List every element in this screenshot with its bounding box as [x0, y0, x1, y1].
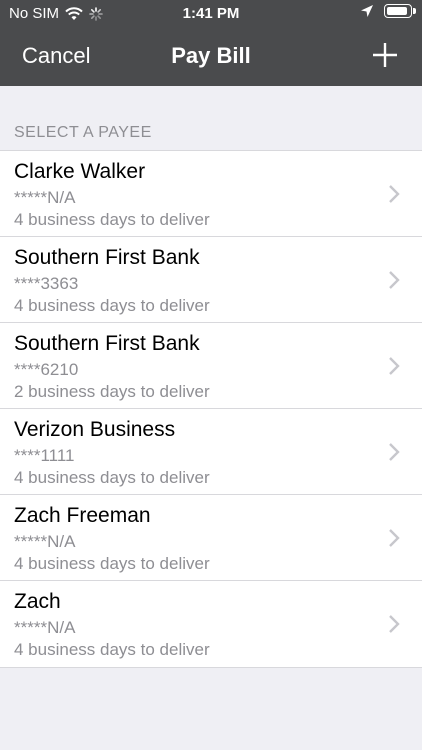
- payee-account: ****3363: [14, 274, 79, 293]
- payee-row[interactable]: Zach Freeman *****N/A 4 business days to…: [0, 495, 422, 581]
- payee-account: ****1111: [14, 446, 75, 465]
- payee-delivery: 4 business days to deliver: [14, 640, 210, 659]
- payee-name: Southern First Bank: [14, 332, 200, 355]
- status-time: 1:41 PM: [182, 5, 240, 22]
- payee-row[interactable]: Clarke Walker *****N/A 4 business days t…: [0, 151, 422, 237]
- status-bar: No SIM 1:41 PM: [0, 0, 422, 28]
- chevron-right-icon: [389, 529, 400, 547]
- payee-name: Clarke Walker: [14, 160, 146, 183]
- header: No SIM 1:41 PM Cancel Pay Bill: [0, 0, 422, 86]
- section-header: SELECT A PAYEE: [14, 124, 152, 141]
- payee-row[interactable]: Southern First Bank ****3363 4 business …: [0, 237, 422, 323]
- payee-delivery: 4 business days to deliver: [14, 296, 210, 315]
- payee-account: *****N/A: [14, 532, 76, 551]
- chevron-right-icon: [389, 443, 400, 461]
- payee-delivery: 4 business days to deliver: [14, 554, 210, 573]
- payee-delivery: 4 business days to deliver: [14, 468, 210, 487]
- payee-list: Clarke Walker *****N/A 4 business days t…: [0, 150, 422, 668]
- battery-icon: [384, 4, 416, 18]
- add-payee-button[interactable]: [370, 40, 400, 70]
- page-title: Pay Bill: [171, 43, 251, 68]
- nav-bar: Cancel Pay Bill: [0, 28, 422, 86]
- payee-name: Verizon Business: [14, 418, 176, 441]
- chevron-right-icon: [389, 615, 400, 633]
- chevron-right-icon: [389, 185, 400, 203]
- payee-account: *****N/A: [14, 618, 76, 637]
- status-right: [360, 4, 416, 18]
- payee-account: *****N/A: [14, 188, 76, 207]
- payee-delivery: 2 business days to deliver: [14, 382, 210, 401]
- payee-account: ****6210: [14, 360, 79, 379]
- chevron-right-icon: [389, 271, 400, 289]
- location-arrow-icon: [361, 5, 373, 17]
- payee-delivery: 4 business days to deliver: [14, 210, 210, 229]
- payee-name: Zach Freeman: [14, 504, 151, 527]
- payee-name: Southern First Bank: [14, 246, 200, 269]
- payee-row[interactable]: Verizon Business ****1111 4 business day…: [0, 409, 422, 495]
- payee-name: Zach: [14, 590, 61, 613]
- payee-row[interactable]: Southern First Bank ****6210 2 business …: [0, 323, 422, 409]
- payee-row[interactable]: Zach *****N/A 4 business days to deliver: [0, 581, 422, 667]
- plus-icon: [373, 43, 397, 67]
- chevron-right-icon: [389, 357, 400, 375]
